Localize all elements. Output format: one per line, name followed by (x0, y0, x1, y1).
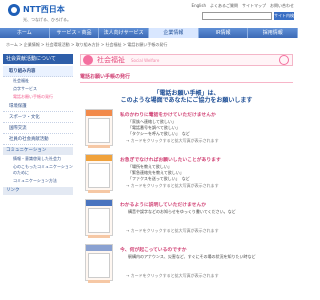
ntt-logo-icon (8, 4, 20, 16)
sidebar-title[interactable]: 社会貢献活動について (3, 54, 73, 64)
section-heading: 電話お願い手帳の発行 (80, 73, 293, 83)
card: 私のかわりに電話をかけていただけませんか 「家族へ連絡して欲しい」 「電話番号を… (80, 109, 293, 149)
nav-company[interactable]: 企業情報 (149, 28, 199, 38)
hero-title: 社会福祉 (97, 56, 125, 64)
sidebar-group-links[interactable]: リンク (3, 187, 73, 195)
global-nav: ホーム サービス・商品 法人向けサービス 企業情報 IR情報 採用情報 (0, 28, 299, 38)
nav-home[interactable]: ホーム (0, 28, 50, 38)
nav-recruit[interactable]: 採用情報 (248, 28, 299, 38)
lead-line-1: 「電話お願い手帳」は、 (153, 90, 220, 97)
card-title: お急ぎでなければお願いしたいことがあります (120, 158, 221, 163)
nav-services[interactable]: サービス・商品 (50, 28, 100, 38)
sidebar-group-communication[interactable]: コミュニケーション (3, 147, 73, 155)
card-enlarge-link[interactable]: → カードをクリックすると拡大写真が表示されます (126, 183, 219, 189)
nav-ir[interactable]: IR情報 (199, 28, 249, 38)
search-input[interactable] (202, 12, 272, 20)
card-image[interactable] (85, 244, 113, 283)
welfare-icon (83, 55, 93, 65)
sidebar: 社会貢献活動について 取り組み内容 社会福祉 点字サービス 電話お願い手帳の発行… (3, 54, 73, 195)
sidebar-item-employee[interactable]: 社員の社会貢献活動 (3, 134, 73, 145)
card-image[interactable] (85, 154, 113, 193)
sidebar-sub-phone-notebook[interactable]: 電話お願い手帳の発行 (3, 93, 73, 101)
card-line: 構音や誤字などのお知らせをゆっくり書いてください。など (128, 209, 236, 214)
header: NTT西日本 光、つなげる、ひろげる。 English よくあるご質問 サイトマ… (0, 0, 298, 28)
card: わかるように説明していただけませんか 構音や誤字などのお知らせをゆっくり書いてく… (80, 199, 293, 239)
card-enlarge-link[interactable]: → カードをクリックすると拡大写真が表示されます (126, 138, 219, 144)
brand-logo[interactable]: NTT西日本 (8, 4, 65, 16)
lead-line-2: このような場面であなたにご協力をお願いします (120, 97, 253, 104)
heart-icon (279, 55, 289, 65)
hero-banner: 社会福祉 Social Welfare (80, 54, 293, 66)
sidebar-item-international[interactable]: 国際交流 (3, 123, 73, 134)
site-search: サイト内検索 (202, 12, 294, 26)
sidebar-sub-welfare[interactable]: 社会福祉 (3, 77, 73, 85)
main-content: 社会福祉 Social Welfare 電話お願い手帳の発行 「電話お願い手帳」… (80, 54, 293, 284)
card-image[interactable] (85, 199, 113, 238)
card-line: 「タクシーを呼んで欲しい」 など (128, 131, 190, 136)
card-line: 駅構内のアナウンス、災害など、すぐにその場の状況を知りたい時など (128, 254, 256, 259)
card-title: 私のかわりに電話をかけていただけませんか (120, 113, 216, 118)
card-line: 「ファクスを送って欲しい」 など (128, 176, 190, 181)
sidebar-item-sports[interactable]: スポーツ・文化 (3, 112, 73, 123)
card-enlarge-link[interactable]: → カードをクリックすると拡大写真が表示されます (126, 273, 219, 279)
card: お急ぎでなければお願いしたいことがあります 「場所を教えて欲しい」 「緊急連絡先… (80, 154, 293, 194)
lead-text: 「電話お願い手帳」は、 このような場面であなたにご協力をお願いします (80, 90, 293, 104)
brand-name: NTT西日本 (23, 5, 65, 14)
sidebar-item-environment[interactable]: 環境保護 (3, 101, 73, 112)
faq-link[interactable]: よくあるご質問 (210, 3, 238, 9)
contact-link[interactable]: お問い合わせ (270, 3, 294, 9)
sidebar-comm-2[interactable]: 心のこもったコミュニケーションのために (3, 163, 73, 177)
sidebar-comm-3[interactable]: コミュニケーション方法 (3, 177, 73, 185)
english-link[interactable]: English (192, 3, 206, 9)
nav-business[interactable]: 法人向けサービス (99, 28, 150, 38)
sitemap-link[interactable]: サイトマップ (242, 3, 266, 9)
card-title: 今、何が起こっているのですか (120, 248, 187, 253)
brand-tagline: 光、つなげる、ひろげる。 (23, 17, 71, 22)
utility-links: English よくあるご質問 サイトマップ お問い合わせ (192, 3, 294, 9)
card-enlarge-link[interactable]: → カードをクリックすると拡大写真が表示されます (126, 228, 219, 234)
breadcrumb: ホーム > 企業情報 > 社会環境活動 > 取り組み方針 > 社会福祉 > 電話… (6, 42, 168, 47)
sidebar-sub-braille[interactable]: 点字サービス (3, 85, 73, 93)
card: 今、何が起こっているのですか 駅構内のアナウンス、災害など、すぐにその場の状況を… (80, 244, 293, 284)
search-button[interactable]: サイト内検索 (274, 12, 294, 26)
sidebar-item-content[interactable]: 取り組み内容 (3, 66, 73, 77)
sidebar-comm-1[interactable]: 情報・意識啓発した社会力 (3, 155, 73, 163)
hero-subtitle: Social Welfare (131, 57, 160, 63)
card-image[interactable] (85, 109, 113, 148)
card-title: わかるように説明していただけませんか (120, 203, 207, 208)
